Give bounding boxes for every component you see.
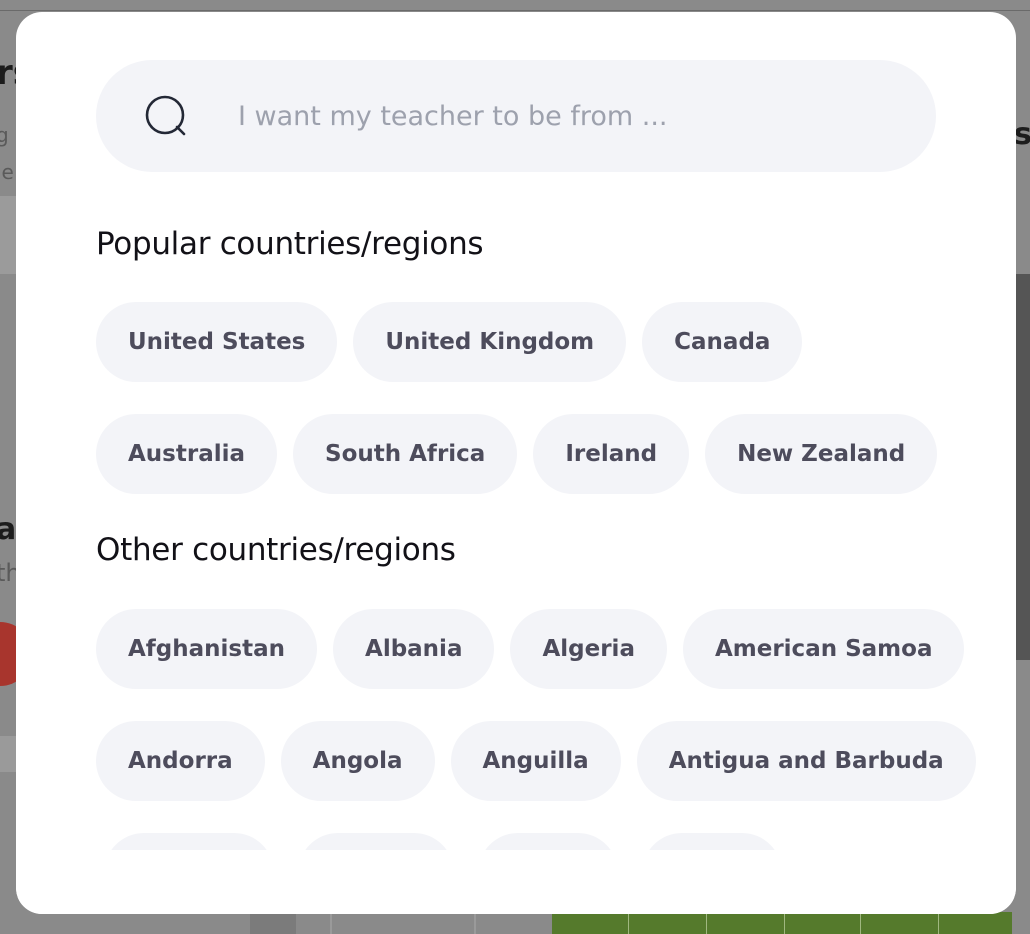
country-chip-antigua-and-barbuda[interactable]: Antigua and Barbuda <box>636 721 976 801</box>
country-chip-andorra[interactable]: Andorra <box>96 721 265 801</box>
background-calendar-line <box>474 912 476 934</box>
background-divider <box>0 10 1030 11</box>
country-chip-ireland[interactable]: Ireland <box>533 414 690 494</box>
country-chip-albania[interactable]: Albania <box>333 609 495 689</box>
country-chip-new-zealand[interactable]: New Zealand <box>705 414 938 494</box>
background-scrollbar <box>1016 274 1030 660</box>
background-calendar-availability <box>552 912 1012 934</box>
popular-row-2: Australia South Africa Ireland New Zeala… <box>96 414 938 494</box>
country-chip-algeria[interactable]: Algeria <box>510 609 667 689</box>
other-row-1: Afghanistan Albania Algeria American Sam… <box>96 609 965 689</box>
background-calendar-line <box>706 912 707 934</box>
other-row-2: Andorra Angola Anguilla Antigua and Barb… <box>96 721 976 801</box>
country-chip-afghanistan[interactable]: Afghanistan <box>96 609 318 689</box>
background-text-fragment: g <box>0 123 9 147</box>
country-chip-australia[interactable]: Australia <box>96 414 278 494</box>
other-section-title: Other countries/regions <box>96 532 456 568</box>
background-calendar-line <box>860 912 861 934</box>
popular-row-1: United States United Kingdom Canada <box>96 302 803 382</box>
country-chip-canada[interactable]: Canada <box>642 302 803 382</box>
country-chip-united-kingdom[interactable]: United Kingdom <box>353 302 627 382</box>
background-calendar-line <box>330 912 332 934</box>
background-calendar-line <box>938 912 939 934</box>
country-chip-united-states[interactable]: United States <box>96 302 338 382</box>
search-icon <box>145 95 186 136</box>
country-chip-anguilla[interactable]: Anguilla <box>450 721 621 801</box>
background-calendar-cell <box>250 912 296 934</box>
background-calendar-line <box>784 912 785 934</box>
popular-section-title: Popular countries/regions <box>96 226 484 262</box>
country-filter-modal: Popular countries/regions United States … <box>16 12 1016 914</box>
background-heading-fragment: s <box>1014 117 1030 152</box>
country-search-input[interactable] <box>238 90 898 142</box>
background-text-fragment: le <box>0 160 14 184</box>
country-chip-american-samoa[interactable]: American Samoa <box>682 609 965 689</box>
country-chip-south-africa[interactable]: South Africa <box>293 414 518 494</box>
modal-footer-space <box>16 850 1016 914</box>
country-chip-angola[interactable]: Angola <box>280 721 435 801</box>
background-calendar-line <box>628 912 629 934</box>
search-bar[interactable] <box>96 60 936 172</box>
